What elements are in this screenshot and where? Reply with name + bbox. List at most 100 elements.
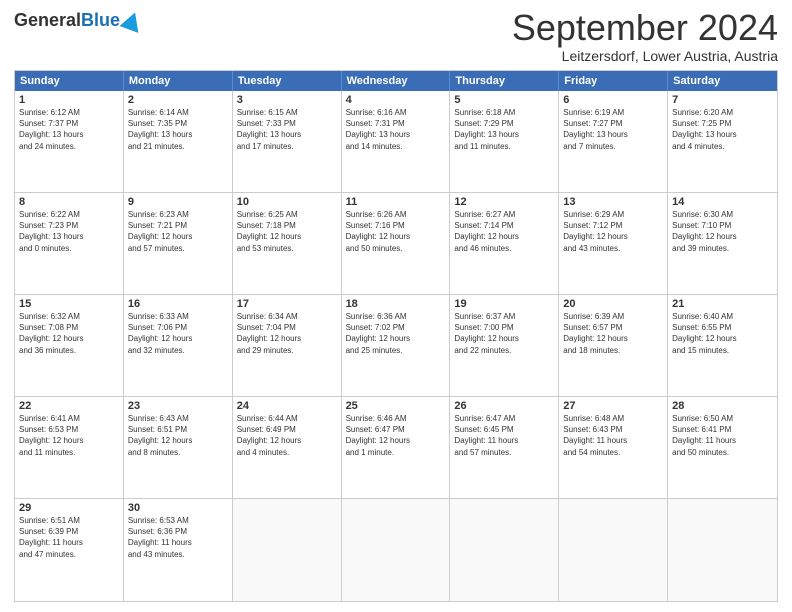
day-info: Sunrise: 6:46 AMSunset: 6:47 PMDaylight:…: [346, 413, 446, 458]
logo-blue-text: Blue: [81, 10, 120, 31]
calendar-header: Sunday Monday Tuesday Wednesday Thursday…: [15, 71, 777, 91]
day-info: Sunrise: 6:30 AMSunset: 7:10 PMDaylight:…: [672, 209, 773, 254]
day-info: Sunrise: 6:19 AMSunset: 7:27 PMDaylight:…: [563, 107, 663, 152]
day-info: Sunrise: 6:34 AMSunset: 7:04 PMDaylight:…: [237, 311, 337, 356]
table-row: 2Sunrise: 6:14 AMSunset: 7:35 PMDaylight…: [124, 91, 233, 192]
title-area: September 2024 Leitzersdorf, Lower Austr…: [512, 10, 778, 64]
day-number: 1: [19, 94, 119, 106]
calendar: Sunday Monday Tuesday Wednesday Thursday…: [14, 70, 778, 602]
table-row: 27Sunrise: 6:48 AMSunset: 6:43 PMDayligh…: [559, 397, 668, 498]
day-info: Sunrise: 6:36 AMSunset: 7:02 PMDaylight:…: [346, 311, 446, 356]
day-number: 19: [454, 298, 554, 310]
day-number: 5: [454, 94, 554, 106]
day-info: Sunrise: 6:37 AMSunset: 7:00 PMDaylight:…: [454, 311, 554, 356]
day-number: 30: [128, 502, 228, 514]
day-info: Sunrise: 6:14 AMSunset: 7:35 PMDaylight:…: [128, 107, 228, 152]
day-number: 2: [128, 94, 228, 106]
day-number: 10: [237, 196, 337, 208]
day-info: Sunrise: 6:51 AMSunset: 6:39 PMDaylight:…: [19, 515, 119, 560]
table-row: 25Sunrise: 6:46 AMSunset: 6:47 PMDayligh…: [342, 397, 451, 498]
logo-triangle-icon: [120, 9, 145, 33]
day-number: 15: [19, 298, 119, 310]
table-row: 12Sunrise: 6:27 AMSunset: 7:14 PMDayligh…: [450, 193, 559, 294]
table-row: 18Sunrise: 6:36 AMSunset: 7:02 PMDayligh…: [342, 295, 451, 396]
day-info: Sunrise: 6:12 AMSunset: 7:37 PMDaylight:…: [19, 107, 119, 152]
day-info: Sunrise: 6:50 AMSunset: 6:41 PMDaylight:…: [672, 413, 773, 458]
logo-general-text: General: [14, 10, 81, 31]
header-friday: Friday: [559, 71, 668, 91]
day-info: Sunrise: 6:44 AMSunset: 6:49 PMDaylight:…: [237, 413, 337, 458]
table-row: 26Sunrise: 6:47 AMSunset: 6:45 PMDayligh…: [450, 397, 559, 498]
day-number: 18: [346, 298, 446, 310]
calendar-week-5: 29Sunrise: 6:51 AMSunset: 6:39 PMDayligh…: [15, 499, 777, 601]
day-info: Sunrise: 6:26 AMSunset: 7:16 PMDaylight:…: [346, 209, 446, 254]
table-row: 17Sunrise: 6:34 AMSunset: 7:04 PMDayligh…: [233, 295, 342, 396]
day-number: 12: [454, 196, 554, 208]
header-saturday: Saturday: [668, 71, 777, 91]
header-sunday: Sunday: [15, 71, 124, 91]
subtitle: Leitzersdorf, Lower Austria, Austria: [512, 48, 778, 64]
table-row: [233, 499, 342, 601]
table-row: 21Sunrise: 6:40 AMSunset: 6:55 PMDayligh…: [668, 295, 777, 396]
main-title: September 2024: [512, 10, 778, 46]
table-row: 23Sunrise: 6:43 AMSunset: 6:51 PMDayligh…: [124, 397, 233, 498]
table-row: 10Sunrise: 6:25 AMSunset: 7:18 PMDayligh…: [233, 193, 342, 294]
day-info: Sunrise: 6:32 AMSunset: 7:08 PMDaylight:…: [19, 311, 119, 356]
day-number: 8: [19, 196, 119, 208]
table-row: 29Sunrise: 6:51 AMSunset: 6:39 PMDayligh…: [15, 499, 124, 601]
day-info: Sunrise: 6:47 AMSunset: 6:45 PMDaylight:…: [454, 413, 554, 458]
table-row: 11Sunrise: 6:26 AMSunset: 7:16 PMDayligh…: [342, 193, 451, 294]
table-row: 3Sunrise: 6:15 AMSunset: 7:33 PMDaylight…: [233, 91, 342, 192]
table-row: 5Sunrise: 6:18 AMSunset: 7:29 PMDaylight…: [450, 91, 559, 192]
calendar-week-3: 15Sunrise: 6:32 AMSunset: 7:08 PMDayligh…: [15, 295, 777, 397]
table-row: 20Sunrise: 6:39 AMSunset: 6:57 PMDayligh…: [559, 295, 668, 396]
table-row: 7Sunrise: 6:20 AMSunset: 7:25 PMDaylight…: [668, 91, 777, 192]
day-number: 20: [563, 298, 663, 310]
table-row: 15Sunrise: 6:32 AMSunset: 7:08 PMDayligh…: [15, 295, 124, 396]
day-number: 23: [128, 400, 228, 412]
day-info: Sunrise: 6:48 AMSunset: 6:43 PMDaylight:…: [563, 413, 663, 458]
header-wednesday: Wednesday: [342, 71, 451, 91]
day-number: 27: [563, 400, 663, 412]
day-info: Sunrise: 6:40 AMSunset: 6:55 PMDaylight:…: [672, 311, 773, 356]
table-row: [559, 499, 668, 601]
day-number: 13: [563, 196, 663, 208]
day-number: 25: [346, 400, 446, 412]
table-row: 14Sunrise: 6:30 AMSunset: 7:10 PMDayligh…: [668, 193, 777, 294]
day-info: Sunrise: 6:22 AMSunset: 7:23 PMDaylight:…: [19, 209, 119, 254]
day-info: Sunrise: 6:15 AMSunset: 7:33 PMDaylight:…: [237, 107, 337, 152]
table-row: 8Sunrise: 6:22 AMSunset: 7:23 PMDaylight…: [15, 193, 124, 294]
day-info: Sunrise: 6:33 AMSunset: 7:06 PMDaylight:…: [128, 311, 228, 356]
day-number: 11: [346, 196, 446, 208]
day-number: 26: [454, 400, 554, 412]
table-row: [342, 499, 451, 601]
day-info: Sunrise: 6:18 AMSunset: 7:29 PMDaylight:…: [454, 107, 554, 152]
day-info: Sunrise: 6:39 AMSunset: 6:57 PMDaylight:…: [563, 311, 663, 356]
header-monday: Monday: [124, 71, 233, 91]
logo-area: GeneralBlue: [14, 10, 142, 31]
table-row: 16Sunrise: 6:33 AMSunset: 7:06 PMDayligh…: [124, 295, 233, 396]
day-number: 6: [563, 94, 663, 106]
day-info: Sunrise: 6:16 AMSunset: 7:31 PMDaylight:…: [346, 107, 446, 152]
table-row: 22Sunrise: 6:41 AMSunset: 6:53 PMDayligh…: [15, 397, 124, 498]
header: GeneralBlue September 2024 Leitzersdorf,…: [14, 10, 778, 64]
day-number: 22: [19, 400, 119, 412]
table-row: 19Sunrise: 6:37 AMSunset: 7:00 PMDayligh…: [450, 295, 559, 396]
day-number: 16: [128, 298, 228, 310]
day-info: Sunrise: 6:20 AMSunset: 7:25 PMDaylight:…: [672, 107, 773, 152]
table-row: [668, 499, 777, 601]
table-row: 28Sunrise: 6:50 AMSunset: 6:41 PMDayligh…: [668, 397, 777, 498]
table-row: 6Sunrise: 6:19 AMSunset: 7:27 PMDaylight…: [559, 91, 668, 192]
day-info: Sunrise: 6:29 AMSunset: 7:12 PMDaylight:…: [563, 209, 663, 254]
calendar-week-4: 22Sunrise: 6:41 AMSunset: 6:53 PMDayligh…: [15, 397, 777, 499]
day-number: 17: [237, 298, 337, 310]
table-row: 1Sunrise: 6:12 AMSunset: 7:37 PMDaylight…: [15, 91, 124, 192]
calendar-week-2: 8Sunrise: 6:22 AMSunset: 7:23 PMDaylight…: [15, 193, 777, 295]
day-info: Sunrise: 6:43 AMSunset: 6:51 PMDaylight:…: [128, 413, 228, 458]
table-row: 24Sunrise: 6:44 AMSunset: 6:49 PMDayligh…: [233, 397, 342, 498]
page: GeneralBlue September 2024 Leitzersdorf,…: [0, 0, 792, 612]
table-row: [450, 499, 559, 601]
day-number: 3: [237, 94, 337, 106]
table-row: 30Sunrise: 6:53 AMSunset: 6:36 PMDayligh…: [124, 499, 233, 601]
logo: GeneralBlue: [14, 10, 142, 31]
